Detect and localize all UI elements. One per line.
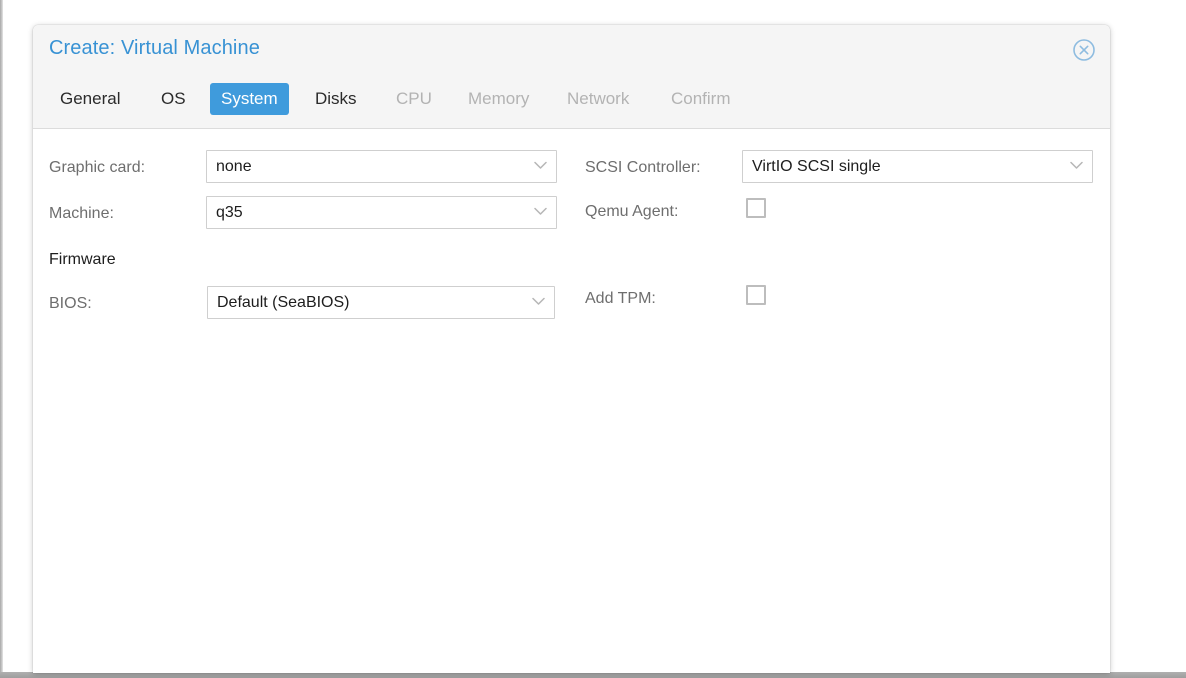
- wizard-tab-strip: General OS System Disks CPU Memory Netwo…: [33, 76, 1110, 129]
- add-tpm-label: Add TPM:: [585, 290, 656, 307]
- bios-label: BIOS:: [49, 295, 92, 312]
- tab-confirm: Confirm: [671, 89, 731, 108]
- machine-value: q35: [216, 204, 243, 221]
- machine-label: Machine:: [49, 205, 114, 222]
- tab-cpu: CPU: [396, 89, 432, 108]
- dialog-header: Create: Virtual Machine: [33, 25, 1110, 76]
- chevron-down-icon: [534, 161, 547, 170]
- qemu-agent-checkbox[interactable]: [746, 198, 766, 218]
- chevron-down-icon: [534, 207, 547, 216]
- qemu-agent-label: Qemu Agent:: [585, 203, 679, 220]
- tab-general[interactable]: General: [49, 83, 131, 115]
- chevron-down-icon: [532, 297, 545, 306]
- close-icon[interactable]: [1072, 38, 1096, 62]
- graphic-card-label: Graphic card:: [49, 159, 146, 176]
- tab-system[interactable]: System: [210, 83, 289, 115]
- machine-select[interactable]: q35: [206, 196, 557, 229]
- chevron-down-icon: [1070, 161, 1083, 170]
- window-left-edge: [0, 0, 3, 672]
- bios-select[interactable]: Default (SeaBIOS): [207, 286, 555, 319]
- tab-network: Network: [567, 89, 630, 108]
- scsi-controller-select[interactable]: VirtIO SCSI single: [742, 150, 1093, 183]
- system-settings-form: Graphic card: none Machine: q35 Firmware…: [33, 129, 1110, 673]
- bios-value: Default (SeaBIOS): [217, 294, 350, 311]
- scsi-controller-value: VirtIO SCSI single: [752, 158, 881, 175]
- add-tpm-checkbox[interactable]: [746, 285, 766, 305]
- tab-disks[interactable]: Disks: [304, 83, 368, 115]
- tab-memory: Memory: [468, 89, 530, 108]
- tab-os[interactable]: OS: [150, 83, 197, 115]
- create-virtual-machine-dialog: Create: Virtual Machine General OS Syste…: [33, 25, 1110, 673]
- graphic-card-value: none: [216, 158, 252, 175]
- page-title: Create: Virtual Machine: [49, 37, 260, 59]
- firmware-section-heading: Firmware: [49, 251, 116, 268]
- graphic-card-select[interactable]: none: [206, 150, 557, 183]
- scsi-controller-label: SCSI Controller:: [585, 159, 701, 176]
